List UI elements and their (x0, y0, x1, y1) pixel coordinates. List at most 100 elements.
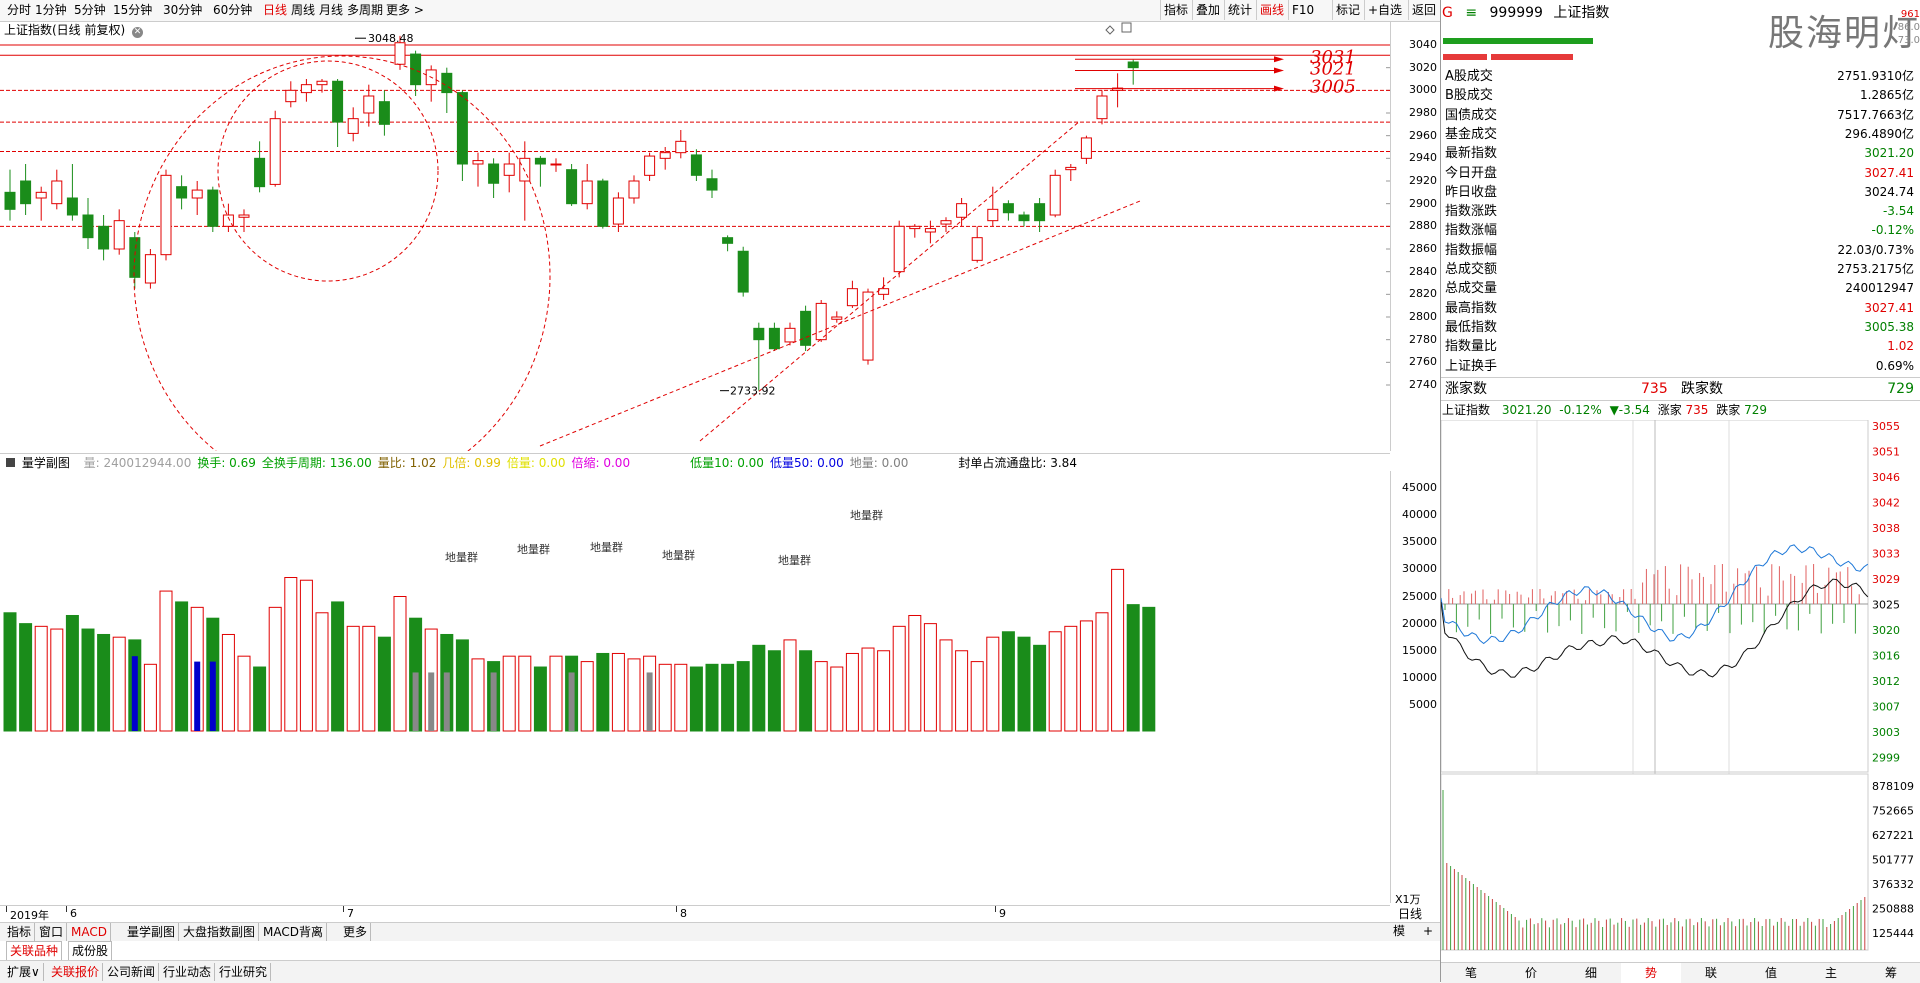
toolbar-button-3[interactable]: 画线 (1256, 0, 1287, 20)
bottom-tab-4[interactable]: 大盘指数副图 (180, 923, 260, 941)
sub-tab-1[interactable]: 成份股 (68, 941, 113, 961)
volume-tick-2: 35000 (1402, 535, 1437, 549)
right-nav-1[interactable]: 价 (1501, 963, 1561, 983)
quote-value-11: 240012947 (1845, 281, 1914, 296)
quote-label-3: 基金成交 (1445, 126, 1498, 142)
date-tick-1 (66, 906, 67, 912)
bottom-tab-2[interactable]: MACD (68, 923, 111, 941)
quote-value-9: 22.03/0.73% (1837, 242, 1914, 257)
bottom-tab-1[interactable]: 窗口 (36, 923, 68, 941)
volume-bar-37 (580, 661, 594, 732)
price-tick-7: 2900 (1409, 196, 1437, 210)
toolbar-button-1[interactable]: 叠加 (1192, 0, 1223, 20)
small-value-0: 961 (1900, 9, 1920, 20)
candle-body-54 (846, 288, 858, 307)
toolbar-button-5[interactable]: 标记 (1332, 0, 1363, 20)
candle-body-3 (51, 180, 63, 205)
period-tab-3[interactable]: 15分钟 (110, 0, 155, 20)
template-control-0[interactable]: 模板 (1390, 922, 1408, 956)
quote-label-1: B股成交 (1445, 88, 1493, 104)
candle-body-25 (394, 42, 406, 65)
toolbar-button-6[interactable]: +自选 (1364, 0, 1405, 20)
mini-down-n: 729 (1744, 403, 1768, 417)
period-tab-9[interactable]: 多周期 (344, 0, 386, 20)
volume-bar-58 (908, 614, 922, 732)
candle-body-67 (1049, 174, 1061, 216)
volume-bar-5 (81, 628, 95, 732)
period-tab-10[interactable]: 更多 > (383, 0, 427, 20)
sub-tab-0[interactable]: 关联品种 (6, 941, 63, 961)
right-nav-0[interactable]: 笔 (1441, 963, 1501, 983)
bottom-tab-5[interactable]: MACD背离 (260, 923, 327, 941)
right-nav-2[interactable]: 细 (1561, 963, 1621, 983)
intraday-chart[interactable]: 3055 3051 3046 3042 3038 3033 3029 3025 3020 3016… (1441, 420, 1920, 962)
candlestick-chart[interactable]: 3048.482733.92303130213005 (0, 21, 1440, 451)
low-volume-marker-2 (209, 661, 216, 731)
price-tick-10: 2840 (1409, 264, 1437, 278)
quote-value-5: 3027.41 (1864, 165, 1914, 180)
date-label-0: 2019年 (10, 909, 49, 922)
quote-row-2: 国债成交 7517.7663亿 (1441, 106, 1920, 125)
volume-bar-24 (377, 636, 391, 732)
small-value-2: 73.0 (1897, 35, 1920, 46)
sub-tabs: 关联品种 成份股 (0, 941, 1440, 961)
period-button[interactable]: 日线 (1398, 905, 1422, 922)
volume-chart-name: 量学副图 (21, 456, 70, 470)
bottom-tab-0[interactable]: 指标 (4, 923, 36, 941)
candle-body-38 (597, 180, 609, 227)
status-tab-3[interactable]: 行业动态 (160, 963, 216, 981)
volume-bar-30 (471, 658, 485, 732)
volume-indicator-2: 全换手周期: 136.00 (261, 456, 372, 470)
volume-bar-23 (362, 625, 376, 732)
status-tab-4[interactable]: 行业研究 (216, 963, 272, 981)
quote-row-7: 指数涨跌 -3.54 (1441, 202, 1920, 221)
date-label-1: 6 (70, 907, 77, 920)
quote-value-4: 3021.20 (1864, 146, 1914, 161)
ground-label-0: 地量群 (445, 550, 478, 564)
right-nav-4[interactable]: 联 (1681, 963, 1741, 983)
bottom-tab-6[interactable]: 更多 (340, 923, 372, 941)
collapse-icon[interactable] (6, 458, 15, 467)
volume-bar-49 (767, 650, 781, 732)
breadth-row: 涨家数 735 跌家数 729 (1441, 377, 1920, 401)
status-tab-2[interactable]: 公司新闻 (104, 963, 160, 981)
candle-body-8 (129, 237, 141, 278)
candle-body-69 (1080, 137, 1092, 159)
volume-bar-21 (331, 601, 345, 732)
date-tick-2 (343, 906, 344, 912)
bottom-tab-3[interactable]: 量学副图 (124, 923, 180, 941)
candle-body-49 (768, 327, 780, 350)
period-tab-5[interactable]: 60分钟 (210, 0, 255, 20)
status-tab-0[interactable]: 扩展∨ (4, 963, 44, 981)
right-nav-6[interactable]: 主 (1801, 963, 1861, 983)
right-nav-3[interactable]: 势 (1621, 963, 1681, 983)
toolbar-button-2[interactable]: 统计 (1224, 0, 1255, 20)
toolbar-button-4[interactable]: F10 (1288, 0, 1317, 20)
date-label-4: 9 (999, 907, 1006, 920)
right-nav-7[interactable]: 筹 (1861, 963, 1920, 983)
status-tab-1[interactable]: 关联报价 (48, 963, 104, 981)
volume-bar-52 (814, 661, 828, 732)
annotation-arrowhead-1 (1274, 67, 1284, 74)
period-tab-0[interactable]: 分时 (4, 0, 34, 20)
date-label-2: 7 (347, 907, 354, 920)
menu-icon[interactable]: ≡ (1465, 5, 1477, 21)
right-nav: 笔价细势联值主筹 (1441, 962, 1920, 983)
period-tab-6[interactable]: 日线 (260, 0, 290, 20)
period-tab-8[interactable]: 月线 (316, 0, 346, 20)
volume-chart[interactable]: 地量群地量群 地量群地量群 地量群地量群 (0, 471, 1390, 903)
volume-bar-38 (596, 652, 610, 732)
low-volume-marker-1 (194, 661, 201, 731)
period-tab-4[interactable]: 30分钟 (160, 0, 205, 20)
right-nav-5[interactable]: 值 (1741, 963, 1801, 983)
volume-tick-4: 25000 (1402, 589, 1437, 603)
quote-row-6: 昨日收盘 3024.74 (1441, 183, 1920, 202)
volume-bar-73 (1142, 606, 1156, 732)
small-value-1: 86.0 (1897, 22, 1920, 33)
template-control-1[interactable]: + (1420, 922, 1436, 940)
period-tab-2[interactable]: 5分钟 (71, 0, 109, 20)
toolbar-button-7[interactable]: 返回 (1408, 0, 1439, 20)
period-tab-7[interactable]: 周线 (288, 0, 318, 20)
period-tab-1[interactable]: 1分钟 (32, 0, 70, 20)
toolbar-button-0[interactable]: 指标 (1160, 0, 1191, 20)
